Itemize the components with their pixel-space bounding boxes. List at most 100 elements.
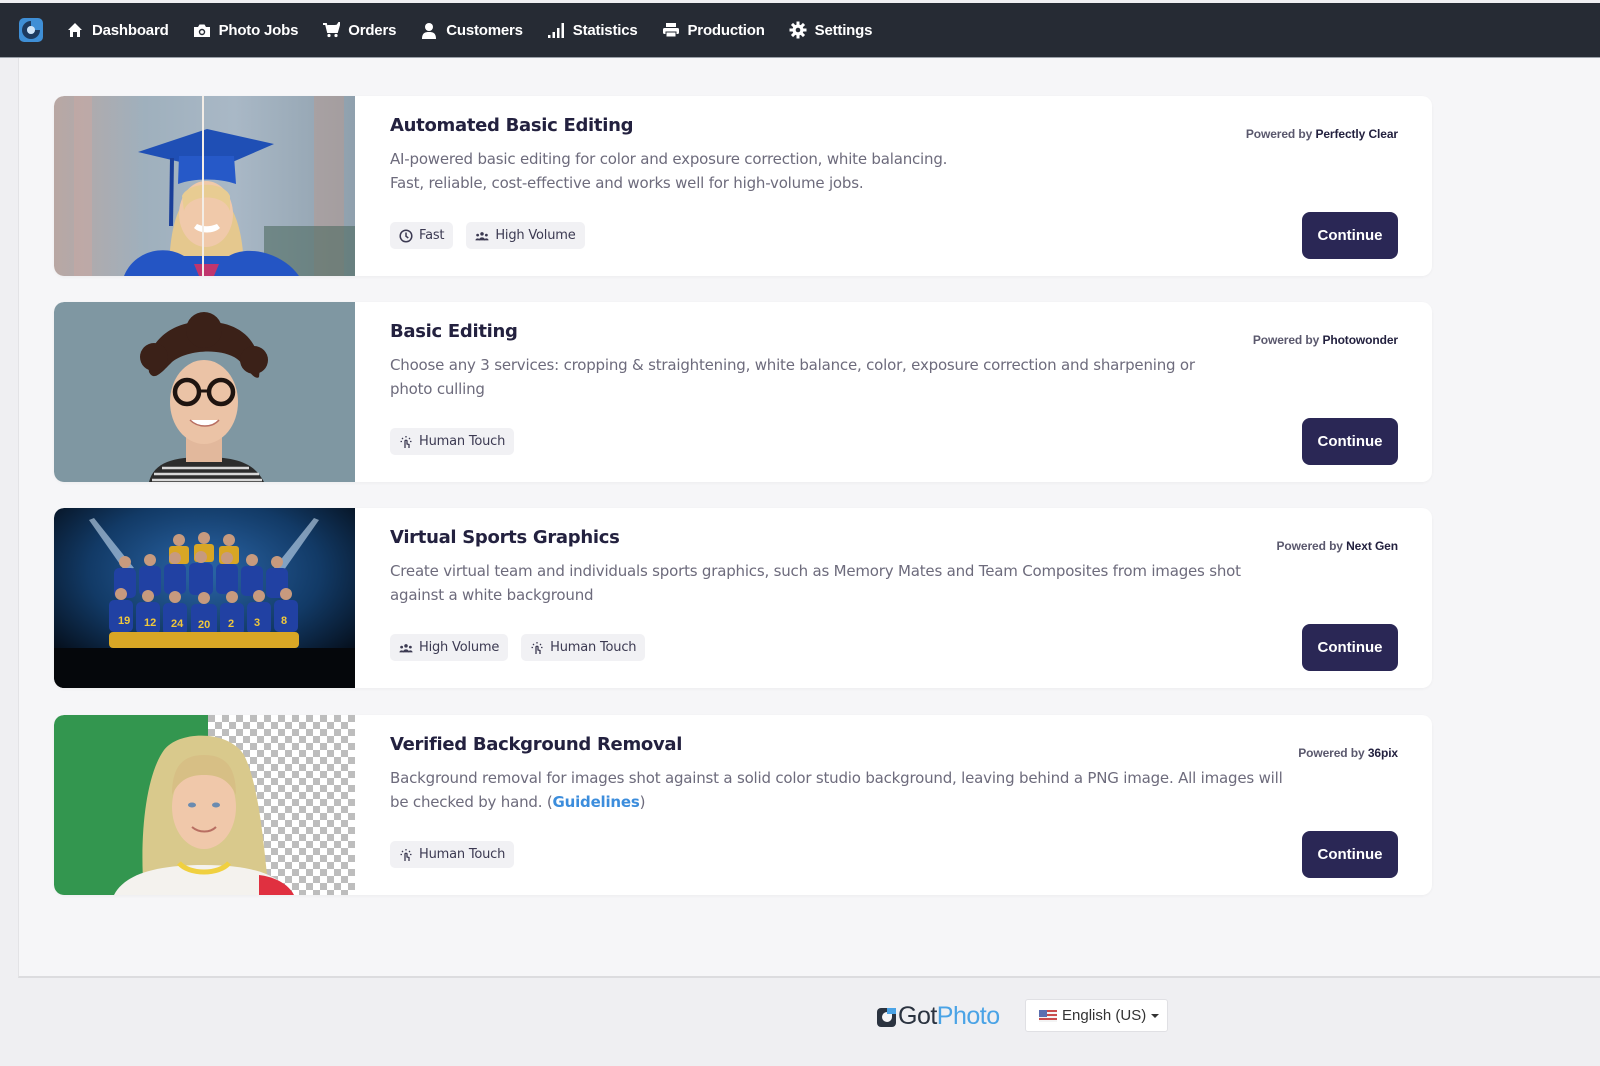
powered-by: Powered by Next Gen bbox=[1276, 539, 1399, 553]
service-card-body: Verified Background Removal Background r… bbox=[390, 715, 1432, 895]
svg-text:3: 3 bbox=[254, 617, 260, 629]
hand-touch-icon bbox=[530, 641, 544, 655]
service-title: Basic Editing bbox=[390, 321, 518, 342]
powered-by-prefix: Powered by bbox=[1252, 333, 1320, 347]
brand-photo: Photo bbox=[936, 1002, 1000, 1030]
nav-photo-jobs-label: Photo Jobs bbox=[218, 21, 299, 39]
svg-text:8: 8 bbox=[281, 615, 287, 627]
service-description: Choose any 3 services: cropping & straig… bbox=[390, 356, 1195, 398]
nav-settings[interactable]: Settings bbox=[789, 21, 873, 39]
caret-down-icon bbox=[1151, 1013, 1160, 1018]
svg-text:12: 12 bbox=[144, 617, 156, 629]
gotphoto-logo-icon bbox=[877, 1007, 896, 1027]
main-content: Automated Basic Editing AI-powered basic… bbox=[18, 58, 1600, 978]
service-card-automated-basic-editing: Automated Basic Editing AI-powered basic… bbox=[54, 96, 1432, 276]
brand-got: Got bbox=[898, 1002, 937, 1030]
group-icon bbox=[399, 641, 413, 655]
service-tags: High Volume Human Touch bbox=[390, 634, 658, 661]
tag-high-volume: High Volume bbox=[390, 634, 509, 661]
vendor-name: Next Gen bbox=[1346, 539, 1398, 553]
tag-label: High Volume bbox=[419, 640, 500, 655]
continue-button[interactable]: Continue bbox=[1302, 418, 1398, 465]
nav-orders[interactable]: Orders bbox=[322, 21, 396, 39]
service-card-body: Automated Basic Editing AI-powered basic… bbox=[390, 96, 1432, 276]
vendor-name: Photowonder bbox=[1322, 333, 1398, 347]
tag-human-touch: Human Touch bbox=[390, 841, 515, 868]
nav-dashboard[interactable]: Dashboard bbox=[66, 21, 169, 39]
language-label: English (US) bbox=[1062, 1007, 1147, 1024]
continue-button[interactable]: Continue bbox=[1302, 831, 1398, 878]
continue-button[interactable]: Continue bbox=[1302, 624, 1398, 671]
nav-customers-label: Customers bbox=[446, 21, 523, 39]
nav-orders-label: Orders bbox=[348, 21, 397, 39]
cart-icon bbox=[322, 21, 340, 39]
svg-text:20: 20 bbox=[198, 619, 210, 631]
service-card-virtual-sports-graphics: 19 12 24 20 2 3 8 Virtual Sports Graphics Crea… bbox=[54, 508, 1432, 688]
app-logo[interactable] bbox=[18, 17, 44, 43]
service-card-body: Virtual Sports Graphics Create virtual t… bbox=[390, 508, 1432, 688]
powered-by-prefix: Powered by bbox=[1245, 127, 1313, 141]
powered-by: Powered by 36pix bbox=[1298, 746, 1398, 760]
tag-label: Human Touch bbox=[419, 847, 506, 862]
service-description-end: ) bbox=[639, 793, 646, 811]
powered-by-prefix: Powered by bbox=[1276, 539, 1343, 553]
top-nav-bar: Dashboard Photo Jobs Orders Customers St… bbox=[0, 3, 1600, 58]
nav-photo-jobs[interactable]: Photo Jobs bbox=[193, 21, 299, 39]
tag-label: Fast bbox=[419, 228, 445, 243]
graduate-before-after-photo bbox=[54, 96, 355, 276]
service-title: Automated Basic Editing bbox=[390, 115, 634, 136]
camera-icon bbox=[193, 21, 211, 39]
svg-text:19: 19 bbox=[118, 615, 130, 627]
nav-production-label: Production bbox=[687, 21, 765, 39]
football-team-photo: 19 12 24 20 2 3 8 bbox=[54, 508, 355, 688]
hand-touch-icon bbox=[399, 848, 413, 862]
nav-dashboard-label: Dashboard bbox=[92, 21, 169, 39]
tag-human-touch: Human Touch bbox=[390, 428, 515, 455]
nav-statistics-label: Statistics bbox=[572, 21, 638, 39]
service-card-basic-editing: Basic Editing Choose any 3 services: cro… bbox=[54, 302, 1432, 482]
tag-fast: Fast bbox=[390, 222, 454, 249]
service-card-verified-background-removal: Verified Background Removal Background r… bbox=[54, 715, 1432, 895]
clock-icon bbox=[399, 228, 413, 243]
svg-text:2: 2 bbox=[228, 618, 234, 630]
powered-by: Powered by Photowonder bbox=[1253, 333, 1398, 347]
vendor-name: Perfectly Clear bbox=[1315, 127, 1398, 141]
service-tags: Human Touch bbox=[390, 841, 527, 868]
nav-settings-label: Settings bbox=[814, 21, 873, 39]
service-title: Verified Background Removal bbox=[390, 734, 683, 755]
nav-statistics[interactable]: Statistics bbox=[547, 21, 638, 39]
portrait-glasses-photo bbox=[54, 302, 355, 482]
tag-label: Human Touch bbox=[550, 640, 637, 655]
service-tags: Human Touch bbox=[390, 428, 527, 455]
service-description: AI-powered basic editing for color and e… bbox=[390, 147, 1290, 195]
gear-icon bbox=[789, 21, 807, 39]
footer: Got Photo English (US) bbox=[0, 998, 1600, 1038]
language-select[interactable]: English (US) bbox=[1025, 999, 1168, 1032]
service-title: Virtual Sports Graphics bbox=[390, 527, 620, 548]
service-card-body: Basic Editing Choose any 3 services: cro… bbox=[390, 302, 1432, 482]
tag-high-volume: High Volume bbox=[466, 222, 585, 249]
tag-label: Human Touch bbox=[419, 434, 506, 449]
home-icon bbox=[66, 21, 84, 39]
service-description-line: Fast, reliable, cost-effective and works… bbox=[390, 174, 864, 192]
nav-production[interactable]: Production bbox=[662, 21, 765, 39]
powered-by: Powered by Perfectly Clear bbox=[1246, 127, 1398, 141]
hand-touch-icon bbox=[399, 435, 413, 449]
service-tags: Fast High Volume bbox=[390, 222, 598, 249]
us-flag-icon bbox=[1039, 1009, 1057, 1022]
gotphoto-brand: Got Photo bbox=[876, 1002, 1000, 1031]
group-icon bbox=[475, 229, 489, 243]
service-description: Background removal for images shot again… bbox=[390, 766, 1305, 814]
service-description: Create virtual team and individuals spor… bbox=[390, 562, 1241, 604]
vendor-name: 36pix bbox=[1367, 746, 1398, 760]
background-removal-photo bbox=[54, 715, 355, 895]
service-description-line: AI-powered basic editing for color and e… bbox=[390, 150, 948, 168]
guidelines-link[interactable]: Guidelines bbox=[553, 793, 640, 811]
nav-customers[interactable]: Customers bbox=[420, 21, 523, 39]
tag-label: High Volume bbox=[495, 228, 576, 243]
user-icon bbox=[420, 21, 438, 39]
bar-chart-icon bbox=[547, 21, 565, 39]
continue-button[interactable]: Continue bbox=[1302, 212, 1398, 259]
tag-human-touch: Human Touch bbox=[521, 634, 646, 661]
powered-by-prefix: Powered by bbox=[1298, 746, 1365, 760]
